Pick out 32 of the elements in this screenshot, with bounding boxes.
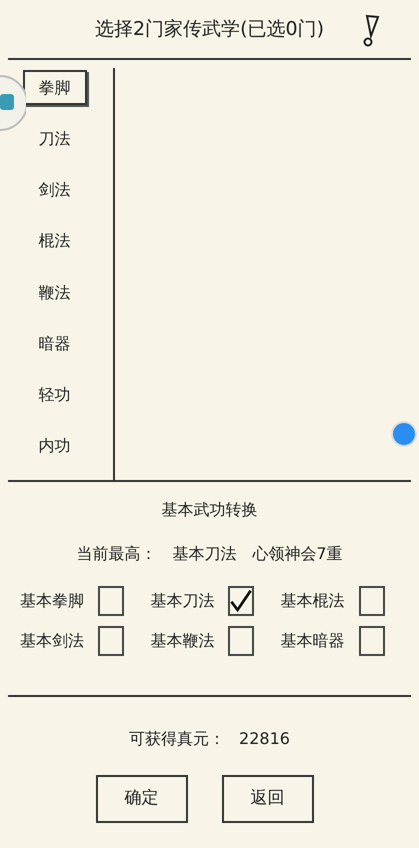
checkmark-icon xyxy=(230,588,252,614)
highest-level: 心领神会7重 xyxy=(252,543,343,565)
category-tab[interactable]: 鞭法 xyxy=(22,275,86,310)
action-button[interactable]: 返回 xyxy=(222,775,314,823)
checkbox[interactable] xyxy=(228,626,254,656)
category-tab[interactable]: 轻功 xyxy=(22,378,86,413)
action-button[interactable]: 确定 xyxy=(96,775,188,823)
reward-label: 可获得真元： xyxy=(129,728,226,750)
skill-label: 基本棍法 xyxy=(280,590,345,612)
skill-label: 基本拳脚 xyxy=(20,590,84,612)
category-tab[interactable]: 内功 xyxy=(22,428,86,464)
skill-label: 基本暗器 xyxy=(280,630,345,652)
section-title: 基本武功转换 xyxy=(162,499,258,521)
checkbox[interactable] xyxy=(358,626,385,656)
category-tab[interactable]: 刀法 xyxy=(22,121,86,157)
checkbox[interactable] xyxy=(98,626,124,656)
skill-label: 基本剑法 xyxy=(20,630,84,652)
checkbox[interactable] xyxy=(98,586,124,616)
highest-label: 当前最高： xyxy=(76,543,156,565)
category-tab[interactable]: 拳脚 xyxy=(22,70,86,106)
checkbox[interactable] xyxy=(228,586,254,616)
exclamation-icon[interactable] xyxy=(361,14,381,48)
category-tab[interactable]: 棍法 xyxy=(22,224,86,260)
category-tab[interactable]: 暗器 xyxy=(22,326,86,362)
skill-label: 基本鞭法 xyxy=(150,630,214,652)
reward-value: 22816 xyxy=(239,728,290,750)
skill-label: 基本刀法 xyxy=(150,590,214,612)
floating-dot-icon[interactable] xyxy=(390,420,418,448)
highest-skill: 基本刀法 xyxy=(172,543,236,565)
category-tab[interactable]: 剑法 xyxy=(22,172,86,208)
checkbox[interactable] xyxy=(358,586,385,616)
window-title: 选择2门家传武学(已选0门) xyxy=(94,16,324,42)
